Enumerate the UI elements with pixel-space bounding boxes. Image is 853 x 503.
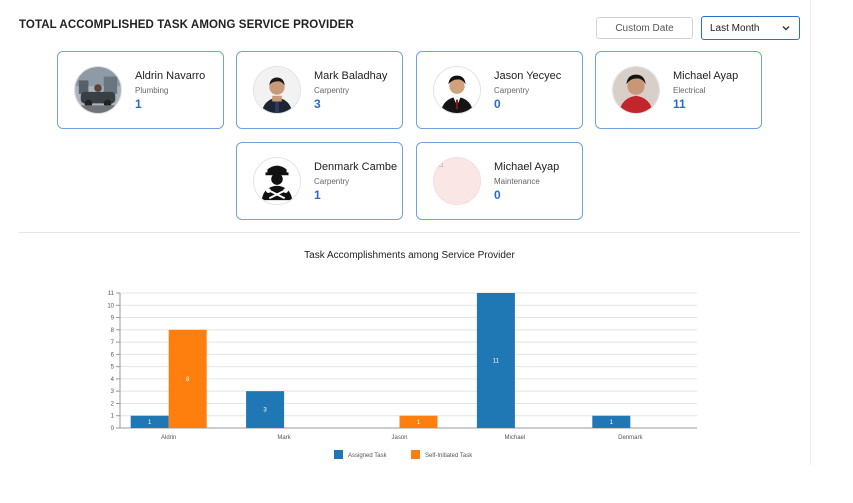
provider-card[interactable]: Michael Ayap Electrical 11 xyxy=(595,51,762,129)
y-tick-label: 10 xyxy=(107,303,114,309)
provider-card[interactable]: Michael Ayap Maintenance 0 xyxy=(416,142,583,220)
x-tick-label: Michael xyxy=(505,435,526,441)
avatar-placeholder xyxy=(433,157,481,205)
provider-card[interactable]: Mark Baladhay Carpentry 3 xyxy=(236,51,403,129)
period-select-value: Last Month xyxy=(710,22,760,34)
y-tick-label: 11 xyxy=(108,291,115,297)
avatar xyxy=(74,66,122,114)
x-tick-label: Jason xyxy=(391,435,407,441)
y-tick-label: 1 xyxy=(111,414,115,420)
provider-task-count: 11 xyxy=(673,97,686,111)
data-label: 11 xyxy=(493,359,500,365)
provider-task-count: 0 xyxy=(494,188,501,202)
provider-card[interactable]: Aldrin Navarro Plumbing 1 xyxy=(57,51,224,129)
provider-category: Carpentry xyxy=(314,86,350,95)
provider-category: Carpentry xyxy=(314,177,350,186)
y-tick-label: 7 xyxy=(111,340,115,346)
legend-label: Self-Initiated Task xyxy=(425,453,473,459)
provider-card[interactable]: Jason Yecyec Carpentry 0 xyxy=(416,51,583,129)
provider-task-count: 1 xyxy=(314,188,321,202)
provider-name: Denmark Cambe xyxy=(314,161,398,173)
provider-name: Jason Yecyec xyxy=(494,70,562,82)
provider-name: Aldrin Navarro xyxy=(135,70,206,82)
provider-name: Michael Ayap xyxy=(494,161,560,173)
provider-category: Electrical xyxy=(673,86,706,95)
x-tick-label: Denmark xyxy=(618,435,643,441)
legend-label: Assigned Task xyxy=(348,453,388,459)
task-accomplishment-bar-chart: 0123456789101118Aldrin3Mark1Jason11Micha… xyxy=(107,291,697,459)
y-tick-label: 0 xyxy=(111,426,115,432)
page-title: TOTAL ACCOMPLISHED TASK AMONG SERVICE PR… xyxy=(19,19,354,31)
custom-date-button[interactable]: Custom Date xyxy=(596,17,693,39)
provider-task-count: 1 xyxy=(135,97,142,111)
avatar xyxy=(253,157,301,205)
provider-category: Carpentry xyxy=(494,86,530,95)
y-tick-label: 6 xyxy=(111,352,115,358)
provider-card[interactable]: Denmark Cambe Carpentry 1 xyxy=(236,142,403,220)
provider-task-count: 3 xyxy=(314,97,321,111)
provider-name: Mark Baladhay xyxy=(314,70,388,82)
avatar xyxy=(433,66,481,114)
y-tick-label: 2 xyxy=(111,401,115,407)
avatar xyxy=(612,66,660,114)
section-divider xyxy=(19,232,800,233)
avatar xyxy=(253,66,301,114)
x-tick-label: Aldrin xyxy=(161,435,176,441)
chart-title: Task Accomplishments among Service Provi… xyxy=(304,250,515,261)
x-tick-label: Mark xyxy=(277,435,291,441)
y-tick-label: 3 xyxy=(111,389,115,395)
legend-swatch xyxy=(411,450,420,459)
y-tick-label: 8 xyxy=(111,328,115,334)
provider-name: Michael Ayap xyxy=(673,70,739,82)
y-tick-label: 9 xyxy=(111,316,115,322)
y-tick-label: 5 xyxy=(111,365,115,371)
legend-swatch xyxy=(334,450,343,459)
provider-category: Plumbing xyxy=(135,86,169,95)
provider-task-count: 0 xyxy=(494,97,501,111)
period-select[interactable]: Last Month xyxy=(701,16,800,40)
provider-category: Maintenance xyxy=(494,177,540,186)
chevron-down-icon xyxy=(782,26,790,31)
y-tick-label: 4 xyxy=(111,377,115,383)
